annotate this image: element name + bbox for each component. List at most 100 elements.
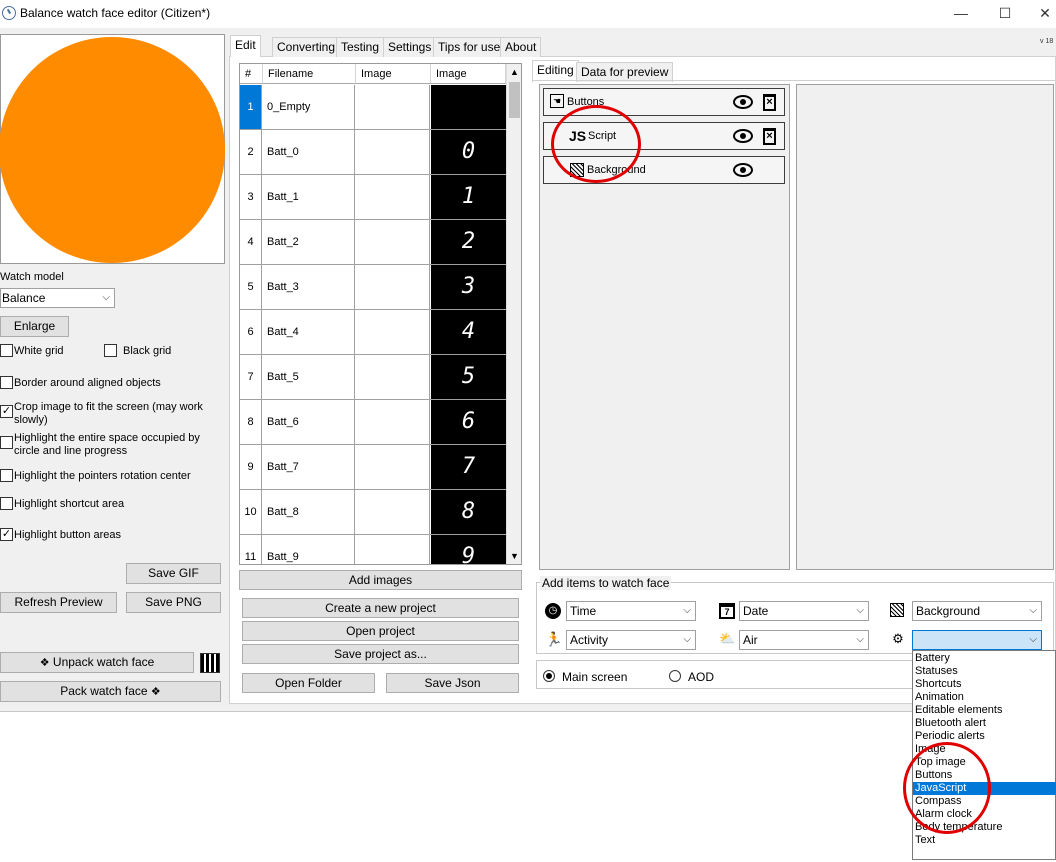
main-screen-radio[interactable] [543,670,555,682]
save-project-as-button[interactable]: Save project as... [242,644,519,664]
image-grid[interactable]: # Filename Image Image 1 0_Empty 2 Batt_0 0 3… [239,63,522,565]
open-folder-button[interactable]: Open Folder [242,673,375,693]
tab-editing[interactable]: Editing [532,60,579,82]
tab-tips[interactable]: Tips for use [433,37,506,57]
table-row[interactable]: 3 Batt_1 1 [240,175,506,220]
grid-scrollbar[interactable]: ▲ ▼ [506,64,521,564]
trash-icon[interactable]: × [763,128,776,145]
enlarge-button[interactable]: Enlarge [0,316,69,337]
background-select[interactable]: Background ⌵ [912,601,1042,621]
minimize-button[interactable]: — [946,4,976,22]
row-image-preview [356,535,430,564]
tab-converting[interactable]: Converting [272,37,341,57]
row-image-thumbnail: 1 [431,175,506,219]
table-row[interactable]: 1 0_Empty [240,85,506,130]
row-image-thumbnail: 7 [431,445,506,489]
highlight-button-label: Highlight button areas [14,529,122,541]
table-row[interactable]: 4 Batt_2 2 [240,220,506,265]
scroll-up-icon[interactable]: ▲ [507,64,521,80]
row-image-preview [356,130,430,174]
time-select[interactable]: Time ⌵ [566,601,696,621]
table-row[interactable]: 6 Batt_4 4 [240,310,506,355]
table-row[interactable]: 8 Batt_6 6 [240,400,506,445]
row-image-preview [356,400,430,444]
chevron-down-icon: ⌵ [102,292,110,303]
maximize-button[interactable]: ☐ [990,4,1020,22]
row-image-preview [356,175,430,219]
properties-panel [796,84,1054,570]
unpack-watch-face-button[interactable]: ❖ Unpack watch face [0,652,194,673]
highlight-space-label: Highlight the entire space occupied by c… [14,432,200,457]
row-filename: 0_Empty [263,85,355,129]
table-row[interactable]: 10 Batt_8 8 [240,490,506,535]
chevron-down-icon: ⌵ [683,634,691,645]
time-select-value: Time [570,604,597,618]
dropdown-option[interactable]: Periodic alerts [913,730,1056,743]
eye-icon[interactable] [733,163,753,177]
highlight-shortcut-label: Highlight shortcut area [14,498,125,510]
title-bar: Balance watch face editor (Citizen*) — ☐… [0,0,1056,28]
highlight-pointers-checkbox[interactable] [0,469,13,482]
create-project-button[interactable]: Create a new project [242,598,519,618]
row-number: 5 [240,265,262,309]
tab-data-for-preview[interactable]: Data for preview [576,62,674,82]
eye-icon[interactable] [733,129,753,143]
highlight-button-checkbox[interactable]: ✓ [0,528,13,541]
row-image-thumbnail: 9 [431,535,506,564]
add-items-legend: Add items to watch face [540,576,672,590]
qr-code-icon[interactable] [200,653,220,673]
dropdown-option[interactable]: Editable elements [913,704,1056,717]
chevron-down-icon: ⌵ [683,605,691,616]
highlight-shortcut-checkbox[interactable] [0,497,13,510]
row-filename: Batt_2 [263,220,355,264]
white-grid-checkbox[interactable] [0,344,13,357]
watch-model-select[interactable]: Balance ⌵ [0,288,115,308]
table-row[interactable]: 7 Batt_5 5 [240,355,506,400]
scroll-down-icon[interactable]: ▼ [507,548,521,564]
activity-select[interactable]: Activity ⌵ [566,630,696,650]
dropdown-option[interactable]: Battery [913,652,1056,665]
unpack-label: Unpack watch face [52,655,155,669]
black-grid-checkbox[interactable] [104,344,117,357]
other-items-select[interactable]: ⌵ [912,630,1042,650]
watch-preview[interactable] [0,34,225,264]
highlight-space-checkbox[interactable] [0,436,13,449]
scroll-thumb[interactable] [509,82,520,118]
tab-about[interactable]: About [500,37,542,57]
row-number: 3 [240,175,262,219]
row-image-thumbnail: 0 [431,130,506,174]
table-row[interactable]: 5 Batt_3 3 [240,265,506,310]
table-row[interactable]: 2 Batt_0 0 [240,130,506,175]
tab-edit[interactable]: Edit [230,35,261,57]
add-images-button[interactable]: Add images [239,570,522,590]
gear-icon: ⚙ [892,631,904,646]
pack-watch-face-button[interactable]: Pack watch face ❖ [0,681,221,702]
border-aligned-checkbox[interactable] [0,376,13,389]
crop-image-checkbox[interactable]: ✓ [0,405,13,418]
chevron-down-icon: ⌵ [856,605,864,616]
dropdown-option[interactable]: Animation [913,691,1056,704]
table-row[interactable]: 9 Batt_7 7 [240,445,506,490]
dropdown-option[interactable]: Text [913,834,1056,847]
dropdown-option[interactable]: Bluetooth alert [913,717,1056,730]
dropdown-option[interactable]: Statuses [913,665,1056,678]
tab-testing[interactable]: Testing [336,37,385,57]
grid-header-num: # [240,64,263,84]
air-select[interactable]: Air ⌵ [739,630,869,650]
tab-settings[interactable]: Settings [383,37,437,57]
save-gif-button[interactable]: Save GIF [126,563,221,584]
open-project-button[interactable]: Open project [242,621,519,641]
aod-radio[interactable] [669,670,681,682]
save-json-button[interactable]: Save Json [386,673,519,693]
date-select[interactable]: Date ⌵ [739,601,869,621]
close-button[interactable]: ✕ [1030,4,1056,22]
black-grid-label: Black grid [123,345,172,357]
row-image-preview [356,310,430,354]
dropdown-option[interactable]: Shortcuts [913,678,1056,691]
table-row[interactable]: 11 Batt_9 9 [240,535,506,564]
refresh-preview-button[interactable]: Refresh Preview [0,592,117,613]
trash-icon[interactable]: × [763,94,776,111]
row-number: 2 [240,130,262,174]
save-png-button[interactable]: Save PNG [126,592,221,613]
eye-icon[interactable] [733,95,753,109]
